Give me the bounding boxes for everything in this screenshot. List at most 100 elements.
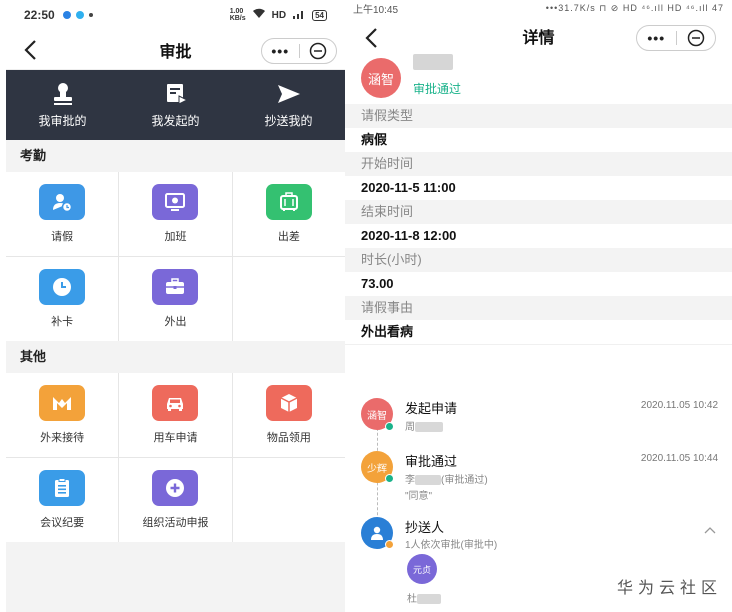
suitcase-icon xyxy=(265,184,312,220)
qq-notification-icon xyxy=(75,11,84,19)
car-icon xyxy=(152,385,199,421)
step-person: 周 xyxy=(405,418,443,433)
empty-cell xyxy=(232,257,345,341)
app-overtime[interactable]: 加班 xyxy=(119,172,232,256)
clock-icon xyxy=(39,269,86,305)
app-label: 外出 xyxy=(164,316,187,328)
section-other-header: 其他 xyxy=(6,341,345,373)
status-bar: 上午10:45 •••31.7K/s ⊓ ⊘ HD ⁴⁶.ıll HD ⁴⁶.ı… xyxy=(345,0,732,16)
app-label: 物品领用 xyxy=(266,432,311,444)
avatar: 涵智 xyxy=(361,58,401,98)
field-label: 请假类型 xyxy=(345,104,732,128)
status-indicators: •••31.7K/s ⊓ ⊘ HD ⁴⁶.ıll HD ⁴⁶.ıll 47 xyxy=(545,2,724,13)
leave-fields: 请假类型 病假 开始时间 2020-11-5 11:00 结束时间 2020-1… xyxy=(345,104,732,344)
more-notifications-icon xyxy=(88,13,93,17)
battery-icon: 54 xyxy=(312,9,327,21)
app-label: 请假 xyxy=(51,231,74,243)
app-notification-icon xyxy=(62,11,71,19)
user-clock-icon xyxy=(39,184,86,220)
tab-my-approvals[interactable]: 我审批的 xyxy=(6,70,119,140)
monitor-clock-icon xyxy=(152,184,199,220)
tab-cc-to-me[interactable]: 抄送我的 xyxy=(232,70,345,140)
cc-avatar: 元贞 xyxy=(407,554,437,584)
app-label: 出差 xyxy=(277,231,300,243)
check-badge-icon xyxy=(385,422,394,431)
empty-cell xyxy=(232,458,345,542)
step-person: 李 (审批通过) xyxy=(405,475,488,486)
step-title: 抄送人 xyxy=(405,520,445,535)
app-item-requisition[interactable]: 物品领用 xyxy=(232,373,345,457)
collapse-chevron-icon[interactable] xyxy=(704,521,716,534)
close-miniprogram-button[interactable] xyxy=(677,29,716,47)
back-arrow-icon[interactable] xyxy=(361,26,383,50)
step-comment: "同意" xyxy=(405,491,433,502)
wifi-icon xyxy=(252,8,266,22)
navigation-bar: 审批 ••• xyxy=(6,30,345,70)
section-attendance-header: 考勤 xyxy=(6,140,345,172)
section-divider xyxy=(345,344,732,380)
app-clock-in-correction[interactable]: 补卡 xyxy=(6,257,119,341)
more-button[interactable]: ••• xyxy=(637,31,676,45)
navigation-bar: 详情 ••• xyxy=(345,16,732,56)
applicant-header: 涵智 审批通过 xyxy=(345,54,732,104)
app-activity-declaration[interactable]: 组织活动申报 xyxy=(119,458,232,542)
status-time: 上午10:45 xyxy=(353,4,399,16)
attendance-grid: 请假 加班 出差 补卡 外出 xyxy=(6,172,345,341)
field-label: 时长(小时) xyxy=(345,248,732,272)
field-value: 2020-11-5 11:00 xyxy=(345,176,732,200)
field-label: 开始时间 xyxy=(345,152,732,176)
app-vehicle-request[interactable]: 用车申请 xyxy=(119,373,232,457)
leave-detail-screen: 上午10:45 •••31.7K/s ⊓ ⊘ HD ⁴⁶.ıll HD ⁴⁶.ı… xyxy=(345,0,732,612)
status-bar: 22:50 1.00 KB/s HD 54 xyxy=(6,0,345,30)
step-title: 发起申请 xyxy=(405,401,458,416)
approval-status: 审批通过 xyxy=(413,82,462,96)
miniprogram-capsule: ••• xyxy=(261,38,337,64)
back-arrow-icon[interactable] xyxy=(20,38,42,62)
field-label: 请假事由 xyxy=(345,296,732,320)
tab-label: 我发起的 xyxy=(151,113,200,128)
app-label: 会议纪要 xyxy=(40,517,85,529)
app-label: 外来接待 xyxy=(40,432,85,444)
watermark: 华为云社区 xyxy=(616,580,722,597)
field-value: 2020-11-8 12:00 xyxy=(345,224,732,248)
other-grid: 外来接待 用车申请 物品领用 会议纪要 组织活动申报 xyxy=(6,373,345,542)
field-value: 病假 xyxy=(345,128,732,152)
more-button[interactable]: ••• xyxy=(262,44,299,58)
applicant-name-redacted xyxy=(413,54,453,70)
app-label: 组织活动申报 xyxy=(142,517,209,529)
app-business-trip[interactable]: 出差 xyxy=(232,172,345,256)
clipboard-icon xyxy=(39,470,86,506)
status-time: 22:50 xyxy=(24,8,55,22)
stamp-icon xyxy=(53,82,72,105)
paper-plane-icon xyxy=(277,84,300,103)
step-title: 审批通过 xyxy=(405,454,458,469)
tab-label: 抄送我的 xyxy=(264,113,313,128)
cc-person: 杜 xyxy=(407,590,441,605)
hd-label: HD xyxy=(271,9,287,21)
field-label: 结束时间 xyxy=(345,200,732,224)
close-miniprogram-button[interactable] xyxy=(300,42,337,60)
step-status: 1人依次审批(审批中) xyxy=(405,540,498,551)
network-speed: 1.00 KB/s xyxy=(229,8,246,22)
app-leave[interactable]: 请假 xyxy=(6,172,119,256)
field-value: 73.00 xyxy=(345,272,732,296)
tab-my-initiated[interactable]: 我发起的 xyxy=(119,70,232,140)
app-meeting-minutes[interactable]: 会议纪要 xyxy=(6,458,119,542)
approval-home-screen: 22:50 1.00 KB/s HD 54 审批 ••• 我审批的 我发起的 抄… xyxy=(6,0,345,612)
close-circle-icon xyxy=(687,29,704,47)
reception-icon xyxy=(39,385,86,421)
app-visitor-reception[interactable]: 外来接待 xyxy=(6,373,119,457)
check-badge-icon xyxy=(385,474,394,483)
app-label: 用车申请 xyxy=(153,432,198,444)
app-label: 补卡 xyxy=(51,316,74,328)
step-time: 2020.11.05 10:44 xyxy=(640,453,718,464)
step-time: 2020.11.05 10:42 xyxy=(640,400,718,411)
app-go-out[interactable]: 外出 xyxy=(119,257,232,341)
tab-label: 我审批的 xyxy=(38,113,87,128)
pending-badge-icon xyxy=(385,540,394,549)
close-circle-icon xyxy=(309,42,326,60)
miniprogram-capsule: ••• xyxy=(636,25,716,51)
plus-circle-icon xyxy=(152,470,199,506)
approval-tabs: 我审批的 我发起的 抄送我的 xyxy=(6,70,345,140)
field-value: 外出看病 xyxy=(345,320,732,344)
